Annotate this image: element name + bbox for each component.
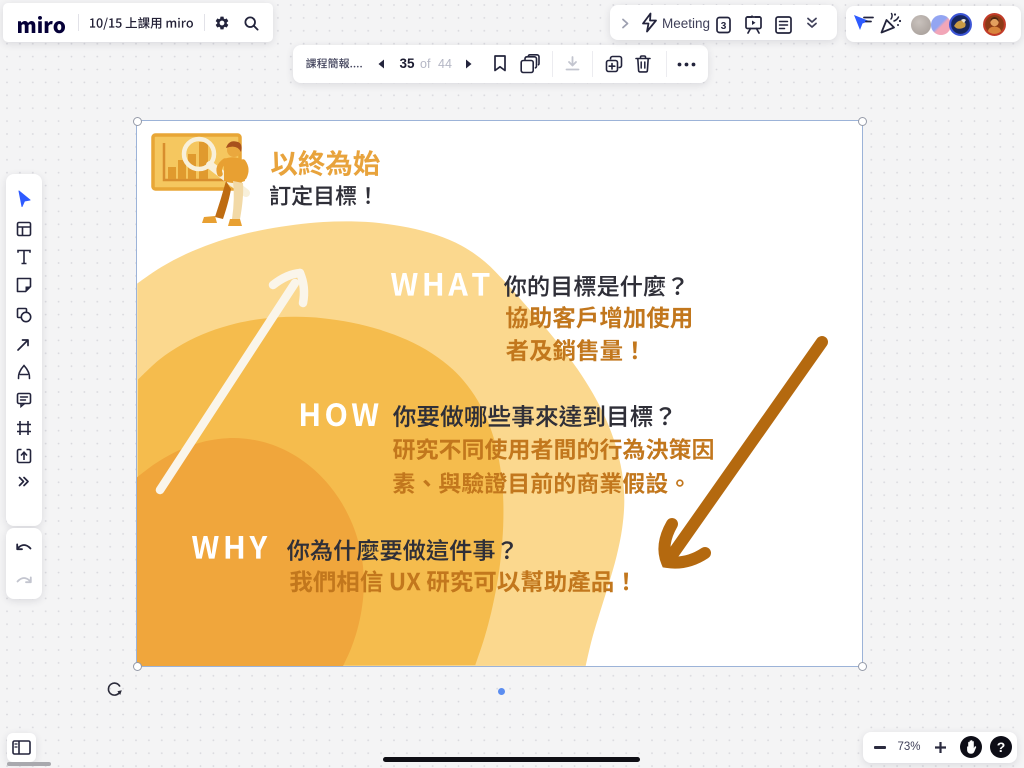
svg-text:3: 3 xyxy=(721,21,727,32)
